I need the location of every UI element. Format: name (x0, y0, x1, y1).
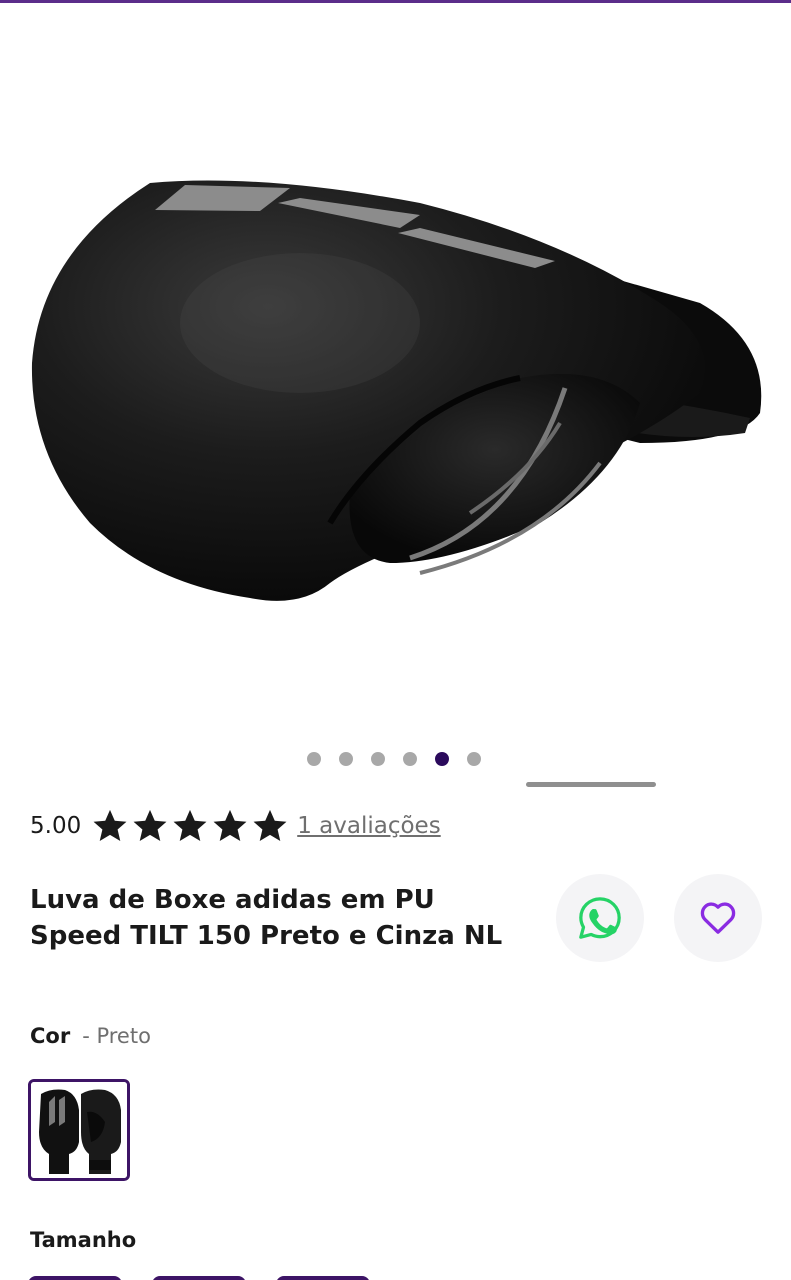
size-option[interactable] (276, 1276, 370, 1280)
gallery-dot-6[interactable] (467, 752, 481, 766)
size-options (28, 1276, 370, 1280)
thumbnail-scrollbar[interactable] (526, 782, 656, 787)
star-icon (213, 809, 247, 842)
gallery-dot-1[interactable] (307, 752, 321, 766)
product-title: Luva de Boxe adidas em PU Speed TILT 150… (30, 885, 503, 951)
product-image (31, 180, 762, 601)
color-selector-header: Cor - Preto (30, 1024, 151, 1048)
color-label: Cor (30, 1024, 71, 1048)
color-selected-value: - Preto (82, 1024, 151, 1048)
gallery-dot-2[interactable] (339, 752, 353, 766)
size-option[interactable] (152, 1276, 246, 1280)
gallery-dot-3[interactable] (371, 752, 385, 766)
rating-stars (91, 807, 289, 845)
rating-value: 5.00 (30, 813, 82, 839)
star-icon (173, 809, 207, 842)
heart-icon (700, 902, 736, 934)
star-icon (133, 809, 167, 842)
whatsapp-share-button[interactable] (556, 874, 644, 962)
size-option[interactable] (28, 1276, 122, 1280)
rating-row: 5.00 1 avaliações (30, 806, 441, 846)
star-icon (253, 809, 287, 842)
gallery-dot-5-active[interactable] (435, 752, 449, 766)
color-swatch-preto[interactable] (28, 1079, 130, 1181)
color-swatch-image (31, 1082, 127, 1178)
whatsapp-icon (579, 897, 621, 939)
reviews-link[interactable]: 1 avaliações (297, 813, 440, 839)
star-icon (93, 809, 127, 842)
favorite-button[interactable] (674, 874, 762, 962)
gallery-pagination (307, 752, 481, 766)
product-image-gallery[interactable] (0, 3, 791, 733)
gallery-dot-4[interactable] (403, 752, 417, 766)
size-label: Tamanho (30, 1228, 137, 1252)
